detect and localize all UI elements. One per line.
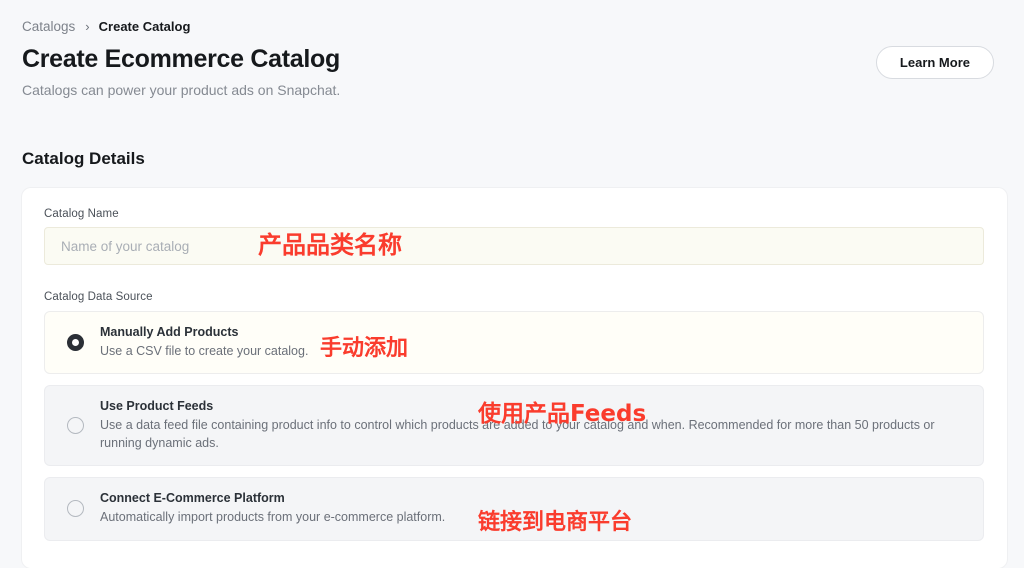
radio-selected-icon[interactable] (67, 334, 84, 352)
option-text: Manually Add Products Use a CSV file to … (100, 325, 967, 360)
radio-unselected-icon[interactable] (67, 500, 84, 518)
chevron-right-icon: › (85, 19, 90, 34)
option-title: Connect E-Commerce Platform (100, 491, 285, 506)
breadcrumb-current-create-catalog: Create Catalog (98, 19, 191, 34)
page-title: Create Ecommerce Catalog (22, 45, 340, 73)
catalog-name-label: Catalog Name (44, 208, 119, 220)
option-text: Connect E-Commerce Platform Automaticall… (100, 491, 967, 526)
option-description: Use a CSV file to create your catalog. (100, 344, 309, 358)
option-use-product-feeds[interactable]: Use Product Feeds Use a data feed file c… (44, 385, 984, 467)
catalog-name-input[interactable] (44, 227, 984, 265)
radio-unselected-icon[interactable] (67, 417, 84, 435)
section-title-catalog-details: Catalog Details (22, 149, 145, 168)
catalog-data-source-label: Catalog Data Source (44, 291, 153, 303)
option-description: Automatically import products from your … (100, 510, 446, 525)
option-text: Use Product Feeds Use a data feed file c… (100, 399, 967, 452)
page-subtitle: Catalogs can power your product ads on S… (22, 82, 341, 98)
catalog-details-card: Catalog Name Catalog Data Source Manuall… (22, 188, 1007, 568)
option-manually-add-products[interactable]: Manually Add Products Use a CSV file to … (44, 311, 984, 375)
option-title: Use Product Feeds (100, 399, 214, 414)
option-description: Use a data feed file containing product … (100, 418, 935, 451)
learn-more-button[interactable]: Learn More (875, 46, 994, 79)
breadcrumb-link-catalogs[interactable]: Catalogs (22, 19, 75, 34)
option-title: Manually Add Products (100, 325, 239, 339)
option-connect-ecommerce-platform[interactable]: Connect E-Commerce Platform Automaticall… (44, 477, 984, 541)
create-catalog-page: Catalogs › Create Catalog Create Ecommer… (0, 0, 1024, 568)
breadcrumb: Catalogs › Create Catalog (22, 19, 190, 34)
